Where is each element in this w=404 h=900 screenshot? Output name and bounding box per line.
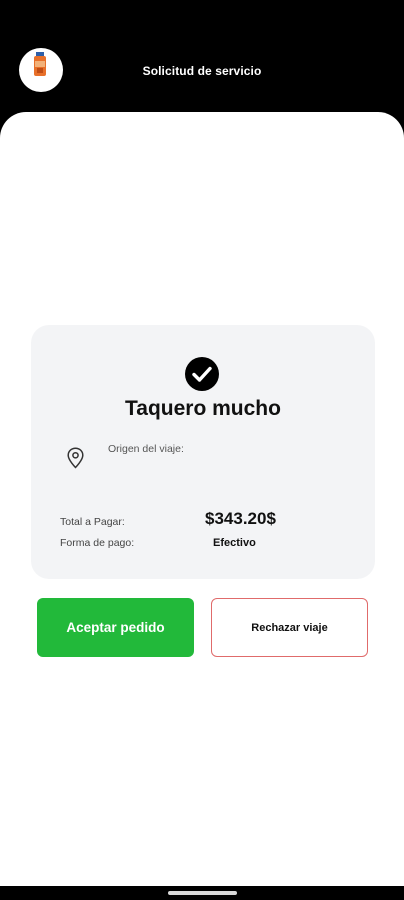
origin-label: Origen del viaje: <box>108 443 184 455</box>
home-indicator[interactable] <box>168 891 237 895</box>
page-title: Solicitud de servicio <box>142 64 262 78</box>
total-label: Total a Pagar: <box>60 516 125 528</box>
check-circle-icon <box>185 357 219 391</box>
location-pin-icon <box>67 447 84 469</box>
payment-method-value: Efectivo <box>213 537 256 549</box>
restaurant-name: Taquero mucho <box>125 397 281 420</box>
total-amount: $343.20$ <box>205 509 276 528</box>
app-screen: Solicitud de servicio Taquero mucho Orig… <box>0 0 404 900</box>
accept-order-button[interactable]: Aceptar pedido <box>37 598 194 657</box>
payment-method-label: Forma de pago: <box>60 537 135 549</box>
reject-trip-button[interactable]: Rechazar viaje <box>211 598 368 657</box>
top-bar: Solicitud de servicio <box>0 0 404 115</box>
